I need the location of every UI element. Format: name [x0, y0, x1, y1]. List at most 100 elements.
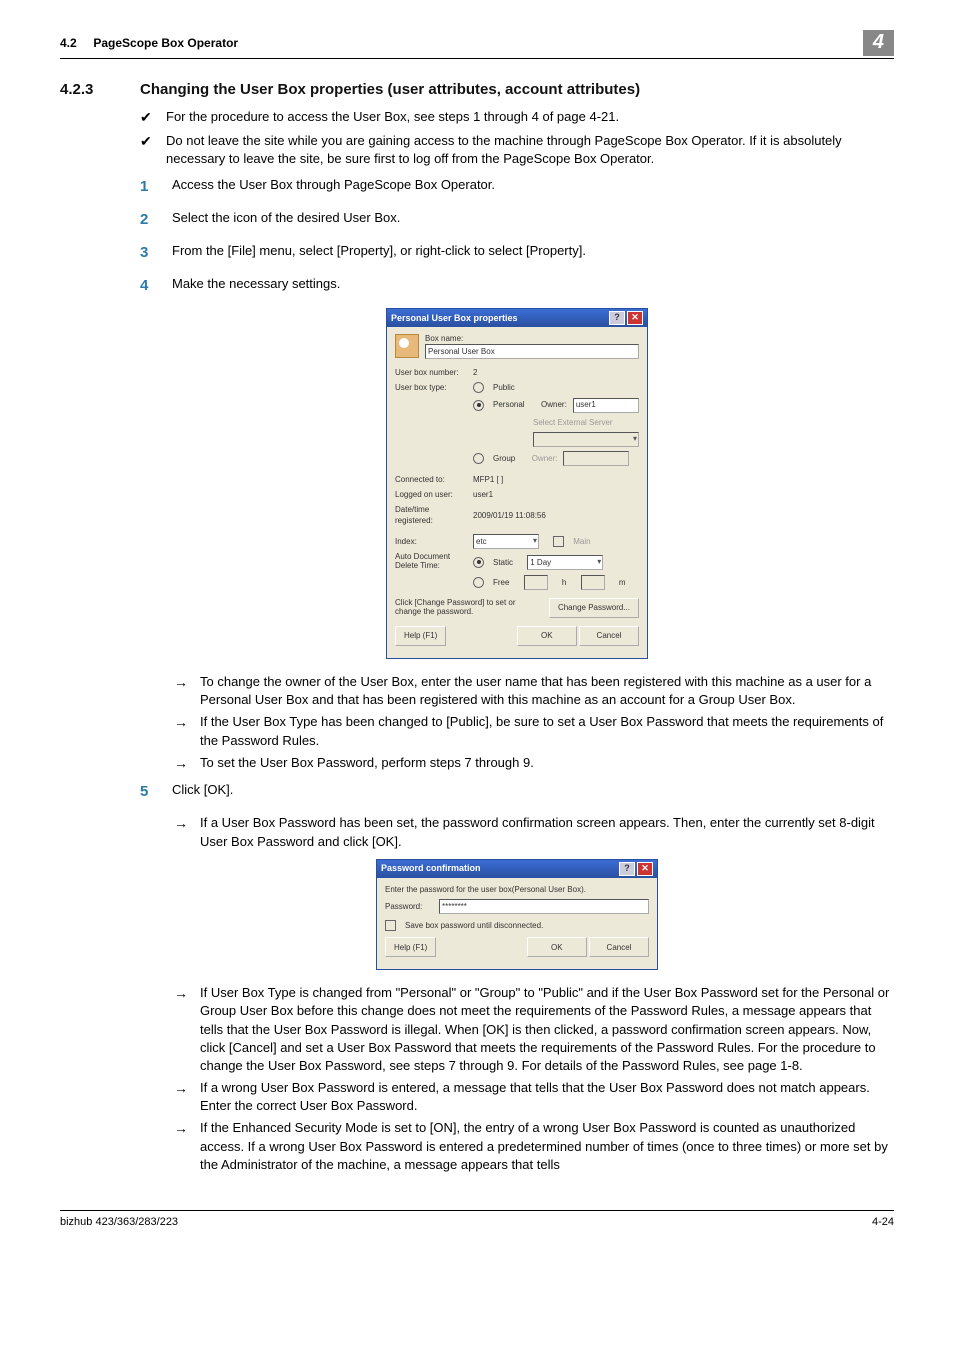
step-number: 5 [140, 781, 154, 802]
check-icon: ✔ [140, 132, 154, 168]
step-number: 3 [140, 242, 154, 263]
index-combo[interactable]: etc [473, 534, 539, 549]
footer-right: 4-24 [872, 1215, 894, 1230]
minutes-spinner[interactable] [581, 575, 605, 590]
section-number: 4.2.3 [60, 79, 120, 1182]
m-unit: m [619, 577, 626, 588]
public-label: Public [493, 382, 515, 393]
step-text: Make the necessary settings. [172, 275, 340, 296]
step5-notes-a: →If a User Box Password has been set, th… [174, 814, 894, 850]
cancel-button[interactable]: Cancel [589, 937, 649, 957]
userboxtype-label: User box type: [395, 382, 467, 393]
pw-label: Password: [385, 901, 433, 912]
step-number: 2 [140, 209, 154, 230]
properties-dialog: Personal User Box properties ? ✕ Box nam… [386, 308, 648, 659]
close-icon[interactable]: ✕ [627, 311, 643, 325]
group-label: Group [493, 453, 515, 464]
personal-label: Personal [493, 399, 525, 410]
arrow-icon: → [174, 673, 188, 709]
pw-hint: Click [Change Password] to set or change… [395, 599, 543, 617]
datetime-value: 2009/01/19 11:08:56 [473, 510, 546, 521]
arrow-icon: → [174, 984, 188, 1075]
section-title: Changing the User Box properties (user a… [140, 79, 894, 100]
page-header: 4.2 PageScope Box Operator 4 [60, 30, 894, 59]
radio-public[interactable] [473, 382, 484, 393]
ext-server-combo [533, 432, 639, 447]
radio-static[interactable] [473, 557, 484, 568]
footer-left: bizhub 423/363/283/223 [60, 1215, 178, 1230]
cancel-button[interactable]: Cancel [579, 626, 639, 646]
precondition-text: For the procedure to access the User Box… [166, 108, 619, 128]
header-section-no: 4.2 [60, 36, 77, 50]
box-icon [395, 334, 419, 358]
dialog-titlebar: Personal User Box properties ? ✕ [387, 309, 647, 327]
step-text: Select the icon of the desired User Box. [172, 209, 400, 230]
note-text: If a User Box Password has been set, the… [200, 814, 894, 850]
help-button[interactable]: Help (F1) [385, 937, 436, 957]
dialog-title-text: Password confirmation [381, 862, 481, 875]
help-button[interactable]: Help (F1) [395, 626, 446, 646]
step-number: 1 [140, 176, 154, 197]
close-icon[interactable]: ✕ [637, 862, 653, 876]
change-password-button[interactable]: Change Password... [549, 598, 639, 618]
userboxno-label: User box number: [395, 367, 467, 378]
note-text: If User Box Type is changed from "Person… [200, 984, 894, 1075]
arrow-icon: → [174, 754, 188, 774]
h-unit: h [562, 577, 566, 588]
password-confirmation-dialog: Password confirmation ? ✕ Enter the pass… [376, 859, 658, 970]
ext-server-label: Select External Server [533, 417, 613, 428]
index-label: Index: [395, 536, 467, 547]
owner-input[interactable]: user1 [573, 398, 639, 413]
step-text: From the [File] menu, select [Property],… [172, 242, 586, 263]
note-text: If the Enhanced Security Mode is set to … [200, 1119, 894, 1174]
help-icon[interactable]: ? [609, 311, 625, 325]
page-footer: bizhub 423/363/283/223 4-24 [60, 1210, 894, 1230]
radio-group[interactable] [473, 453, 484, 464]
userboxno-value: 2 [473, 367, 477, 378]
free-label: Free [493, 577, 509, 588]
pw-instruction: Enter the password for the user box(Pers… [385, 884, 586, 895]
boxname-input[interactable]: Personal User Box [425, 344, 639, 359]
step-text: Click [OK]. [172, 781, 233, 802]
owner-label: Owner: [541, 399, 567, 410]
section-row: 4.2.3 Changing the User Box properties (… [60, 79, 894, 1182]
autodel-label: Auto Document Delete Time: [395, 553, 467, 571]
group-owner-label: Owner: [532, 453, 558, 464]
step4-notes: → To change the owner of the User Box, en… [174, 673, 894, 773]
arrow-icon: → [174, 713, 188, 749]
save-pw-checkbox[interactable] [385, 920, 396, 931]
ok-button[interactable]: OK [517, 626, 577, 646]
step-number: 4 [140, 275, 154, 296]
radio-free[interactable] [473, 577, 484, 588]
help-icon[interactable]: ? [619, 862, 635, 876]
note-text: To set the User Box Password, perform st… [200, 754, 534, 774]
precondition-text: Do not leave the site while you are gain… [166, 132, 894, 168]
radio-personal[interactable] [473, 400, 484, 411]
hours-spinner[interactable] [524, 575, 548, 590]
header-left: 4.2 PageScope Box Operator [60, 35, 238, 52]
connected-value: MFP1 [ ] [473, 474, 503, 485]
check-icon: ✔ [140, 108, 154, 128]
connected-label: Connected to: [395, 474, 467, 485]
step5-list: 5 Click [OK]. [140, 781, 894, 802]
note-text: To change the owner of the User Box, ent… [200, 673, 894, 709]
arrow-icon: → [174, 1119, 188, 1174]
main-checkbox[interactable] [553, 536, 564, 547]
note-text: If a wrong User Box Password is entered,… [200, 1079, 894, 1115]
steps-list: 1 Access the User Box through PageScope B… [140, 176, 894, 296]
save-pw-label: Save box password until disconnected. [405, 920, 543, 931]
password-input[interactable]: ******** [439, 899, 649, 914]
static-combo[interactable]: 1 Day [527, 555, 603, 570]
logged-label: Logged on user: [395, 489, 467, 500]
dialog-title-text: Personal User Box properties [391, 312, 518, 325]
main-label: Main [573, 536, 590, 547]
arrow-icon: → [174, 1079, 188, 1115]
step-text: Access the User Box through PageScope Bo… [172, 176, 495, 197]
preconditions-list: ✔ For the procedure to access the User Bo… [140, 108, 894, 168]
note-text: If the User Box Type has been changed to… [200, 713, 894, 749]
ok-button[interactable]: OK [527, 937, 587, 957]
datetime-label: Date/time registered: [395, 504, 467, 526]
boxname-label: Box name: [425, 333, 639, 344]
chapter-badge: 4 [863, 30, 894, 56]
logged-value: user1 [473, 489, 493, 500]
